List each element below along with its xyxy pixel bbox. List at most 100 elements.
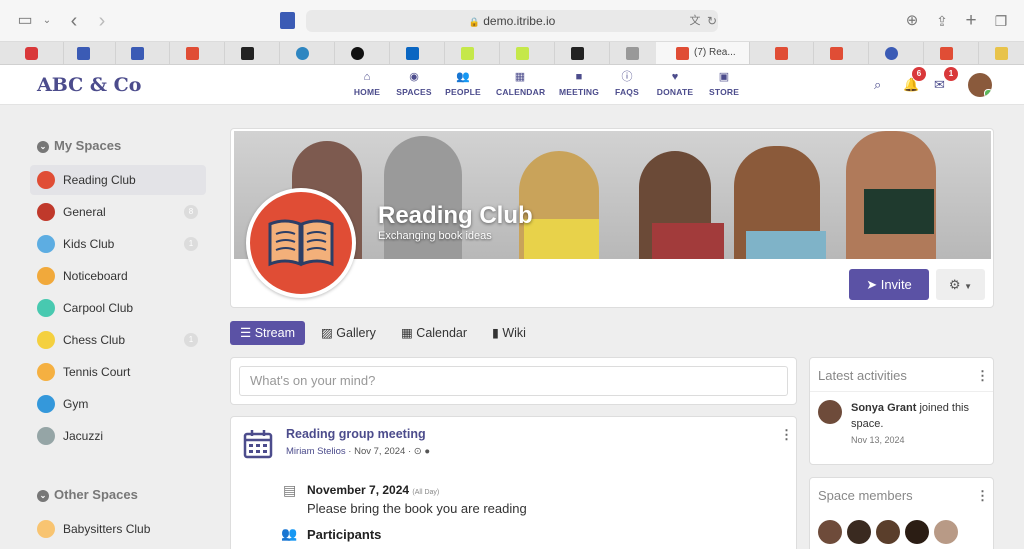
nav-home[interactable]: ⌂ HOME: [350, 70, 384, 97]
nav-store[interactable]: ▣ STORE: [709, 70, 739, 97]
tab-favicon-icon: [241, 47, 254, 60]
other-spaces-header[interactable]: ⌄ Other Spaces: [37, 487, 138, 502]
sidebar-item-jacuzzi[interactable]: Jacuzzi: [30, 421, 206, 451]
envelope-icon[interactable]: ✉: [934, 77, 945, 93]
my-spaces-header[interactable]: ⌄ My Spaces: [37, 138, 121, 153]
tab-overview-icon[interactable]: ❐: [991, 11, 1011, 31]
nav-label: PEOPLE: [445, 87, 481, 97]
users-icon: 👥: [281, 526, 298, 541]
tab-wiki[interactable]: ▮ Wiki: [492, 321, 526, 345]
more-options-icon[interactable]: ⋮: [976, 368, 989, 384]
lock-icon: 🔒: [468, 17, 480, 27]
section-title: Other Spaces: [54, 487, 138, 502]
tab-calendar[interactable]: ▦ Calendar: [401, 321, 467, 345]
nav-faqs[interactable]: ⓘ FAQS: [613, 70, 641, 97]
tab-favicon-icon: [461, 47, 474, 60]
nav-meeting[interactable]: ■ MEETING: [558, 70, 600, 97]
home-icon: ⌂: [363, 71, 371, 83]
search-icon[interactable]: ⌕: [874, 77, 881, 93]
activities-title: Latest activities: [818, 368, 907, 383]
share-icon[interactable]: ⇪: [932, 11, 952, 31]
sidebar-item-label: General: [63, 205, 106, 219]
nav-label: FAQS: [615, 87, 639, 97]
sidebar-item-general[interactable]: General 8: [30, 197, 206, 227]
tab-favicon-icon: [571, 47, 584, 60]
chevron-down-icon[interactable]: ⌄: [37, 11, 57, 31]
nav-label: CALENDAR: [496, 87, 546, 97]
tab-favicon-icon: [676, 47, 689, 60]
post-author[interactable]: Miriam Stelios: [286, 446, 346, 457]
user-avatar[interactable]: [968, 73, 992, 97]
sidebar-item-gym[interactable]: Gym: [30, 389, 206, 419]
more-options-icon[interactable]: ⋮: [780, 427, 793, 443]
sidebar-item-babysitters-club[interactable]: Babysitters Club: [30, 514, 206, 544]
post-date[interactable]: Nov 7, 2024: [354, 446, 405, 457]
logo[interactable]: ABC & Co: [37, 74, 141, 96]
sidebar-item-kids-club[interactable]: Kids Club 1: [30, 229, 206, 259]
member-avatar[interactable]: [934, 520, 958, 544]
people-icon: 👥: [456, 71, 470, 83]
member-avatar[interactable]: [847, 520, 871, 544]
reload-icon[interactable]: ↻: [702, 11, 722, 31]
site-icon: [280, 12, 295, 29]
tab-favicon-icon: [516, 47, 529, 60]
nav-donate[interactable]: ♥ DONATE: [655, 70, 695, 97]
member-avatar[interactable]: [905, 520, 929, 544]
avatar[interactable]: [818, 400, 842, 424]
sidebar-item-reading-club[interactable]: Reading Club: [30, 165, 206, 195]
tab-gallery[interactable]: ▨ Gallery: [321, 321, 376, 345]
url-text: demo.itribe.io: [483, 14, 556, 28]
divider: [810, 391, 993, 392]
activity-user: Sonya Grant: [851, 402, 917, 414]
sidebar-item-carpool-club[interactable]: Carpool Club: [30, 293, 206, 323]
sidebar-item-chess-club[interactable]: Chess Club 1: [30, 325, 206, 355]
banner-book: [524, 219, 599, 259]
tab-favicon-icon: [830, 47, 843, 60]
nav-spaces[interactable]: ◉ SPACES: [396, 70, 432, 97]
tab-favicon-icon: [626, 47, 639, 60]
linkedin-icon: [406, 47, 419, 60]
browser-tab[interactable]: [970, 42, 1024, 64]
space-icon: [37, 203, 55, 221]
member-avatar[interactable]: [818, 520, 842, 544]
space-settings-button[interactable]: ⚙ ▼: [936, 269, 985, 300]
globe-icon: ●: [424, 446, 431, 457]
sidebar-toggle-icon[interactable]: ▭: [15, 11, 35, 31]
github-icon: [351, 47, 364, 60]
browser-tab-active[interactable]: (7) Rea...: [656, 42, 750, 64]
sidebar-item-tennis-court[interactable]: Tennis Court: [30, 357, 206, 387]
image-icon: ▨: [321, 326, 337, 340]
sidebar-item-label: Chess Club: [63, 333, 126, 347]
back-icon[interactable]: ‹: [64, 11, 84, 31]
forward-icon[interactable]: ›: [92, 11, 112, 31]
tab-favicon-icon: [775, 47, 788, 60]
more-options-icon[interactable]: ⋮: [976, 488, 989, 504]
sidebar-item-noticeboard[interactable]: Noticeboard: [30, 261, 206, 291]
message-badge: 1: [944, 67, 958, 81]
video-icon: ■: [575, 71, 583, 83]
tab-stream[interactable]: ☰ Stream: [230, 321, 305, 345]
post-title[interactable]: Reading group meeting: [286, 427, 426, 441]
app-header: ABC & Co ⌂ HOME ◉ SPACES 👥 PEOPLE ▦ CALENDAR…: [0, 65, 1024, 105]
tab-favicon-icon: [296, 47, 309, 60]
address-bar[interactable]: 🔒 demo.itribe.io: [306, 10, 718, 32]
event-date: November 7, 2024 (All Day): [307, 483, 439, 497]
book-icon: [37, 171, 55, 189]
store-icon: ▣: [718, 71, 730, 83]
nav-people[interactable]: 👥 PEOPLE: [444, 70, 482, 97]
activity-item[interactable]: Sonya Grant joined this space.: [851, 400, 986, 432]
tab-favicon-icon: [131, 47, 144, 60]
member-avatar[interactable]: [876, 520, 900, 544]
new-tab-icon[interactable]: +: [961, 11, 981, 31]
post-input[interactable]: What's on your mind?: [239, 366, 788, 396]
space-title: Reading Club: [378, 202, 533, 229]
nav-calendar[interactable]: ▦ CALENDAR: [496, 70, 546, 97]
space-icon: [37, 395, 55, 413]
download-icon[interactable]: ⊕: [902, 11, 922, 31]
invite-button[interactable]: ➤ Invite: [849, 269, 929, 300]
event-date-text: November 7, 2024: [307, 483, 410, 497]
caret-down-icon: ▼: [964, 282, 973, 291]
space-subtitle: Exchanging book ideas: [378, 230, 492, 242]
heart-icon: ♥: [671, 71, 679, 83]
space-icon: [37, 267, 55, 285]
